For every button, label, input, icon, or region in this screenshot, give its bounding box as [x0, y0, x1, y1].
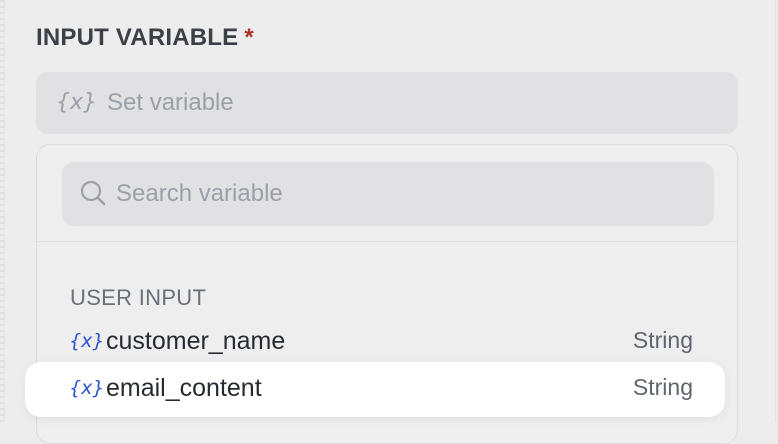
search-box[interactable]: [62, 162, 714, 226]
variable-name: email_content: [106, 374, 262, 402]
variable-type: String: [632, 374, 693, 400]
field-label: INPUT VARIABLE *: [36, 24, 254, 52]
variable-option-customer-name[interactable]: {x} customer_name String: [69, 327, 693, 361]
variable-icon: {x}: [56, 90, 98, 115]
search-icon: [80, 180, 106, 206]
required-marker: *: [244, 24, 254, 51]
variable-option-email-content[interactable]: {x} email_content String: [69, 374, 693, 408]
variable-icon: {x}: [69, 330, 105, 352]
search-input[interactable]: [116, 179, 676, 209]
divider: [37, 241, 737, 242]
variable-icon: {x}: [69, 377, 105, 399]
group-header-user-input: USER INPUT: [70, 285, 207, 310]
set-variable-text: Set variable: [107, 89, 234, 116]
field-label-text: INPUT VARIABLE: [36, 24, 239, 51]
variable-type: String: [632, 327, 693, 353]
variable-name: customer_name: [106, 327, 286, 355]
set-variable-trigger[interactable]: {x} Set variable: [36, 72, 738, 134]
